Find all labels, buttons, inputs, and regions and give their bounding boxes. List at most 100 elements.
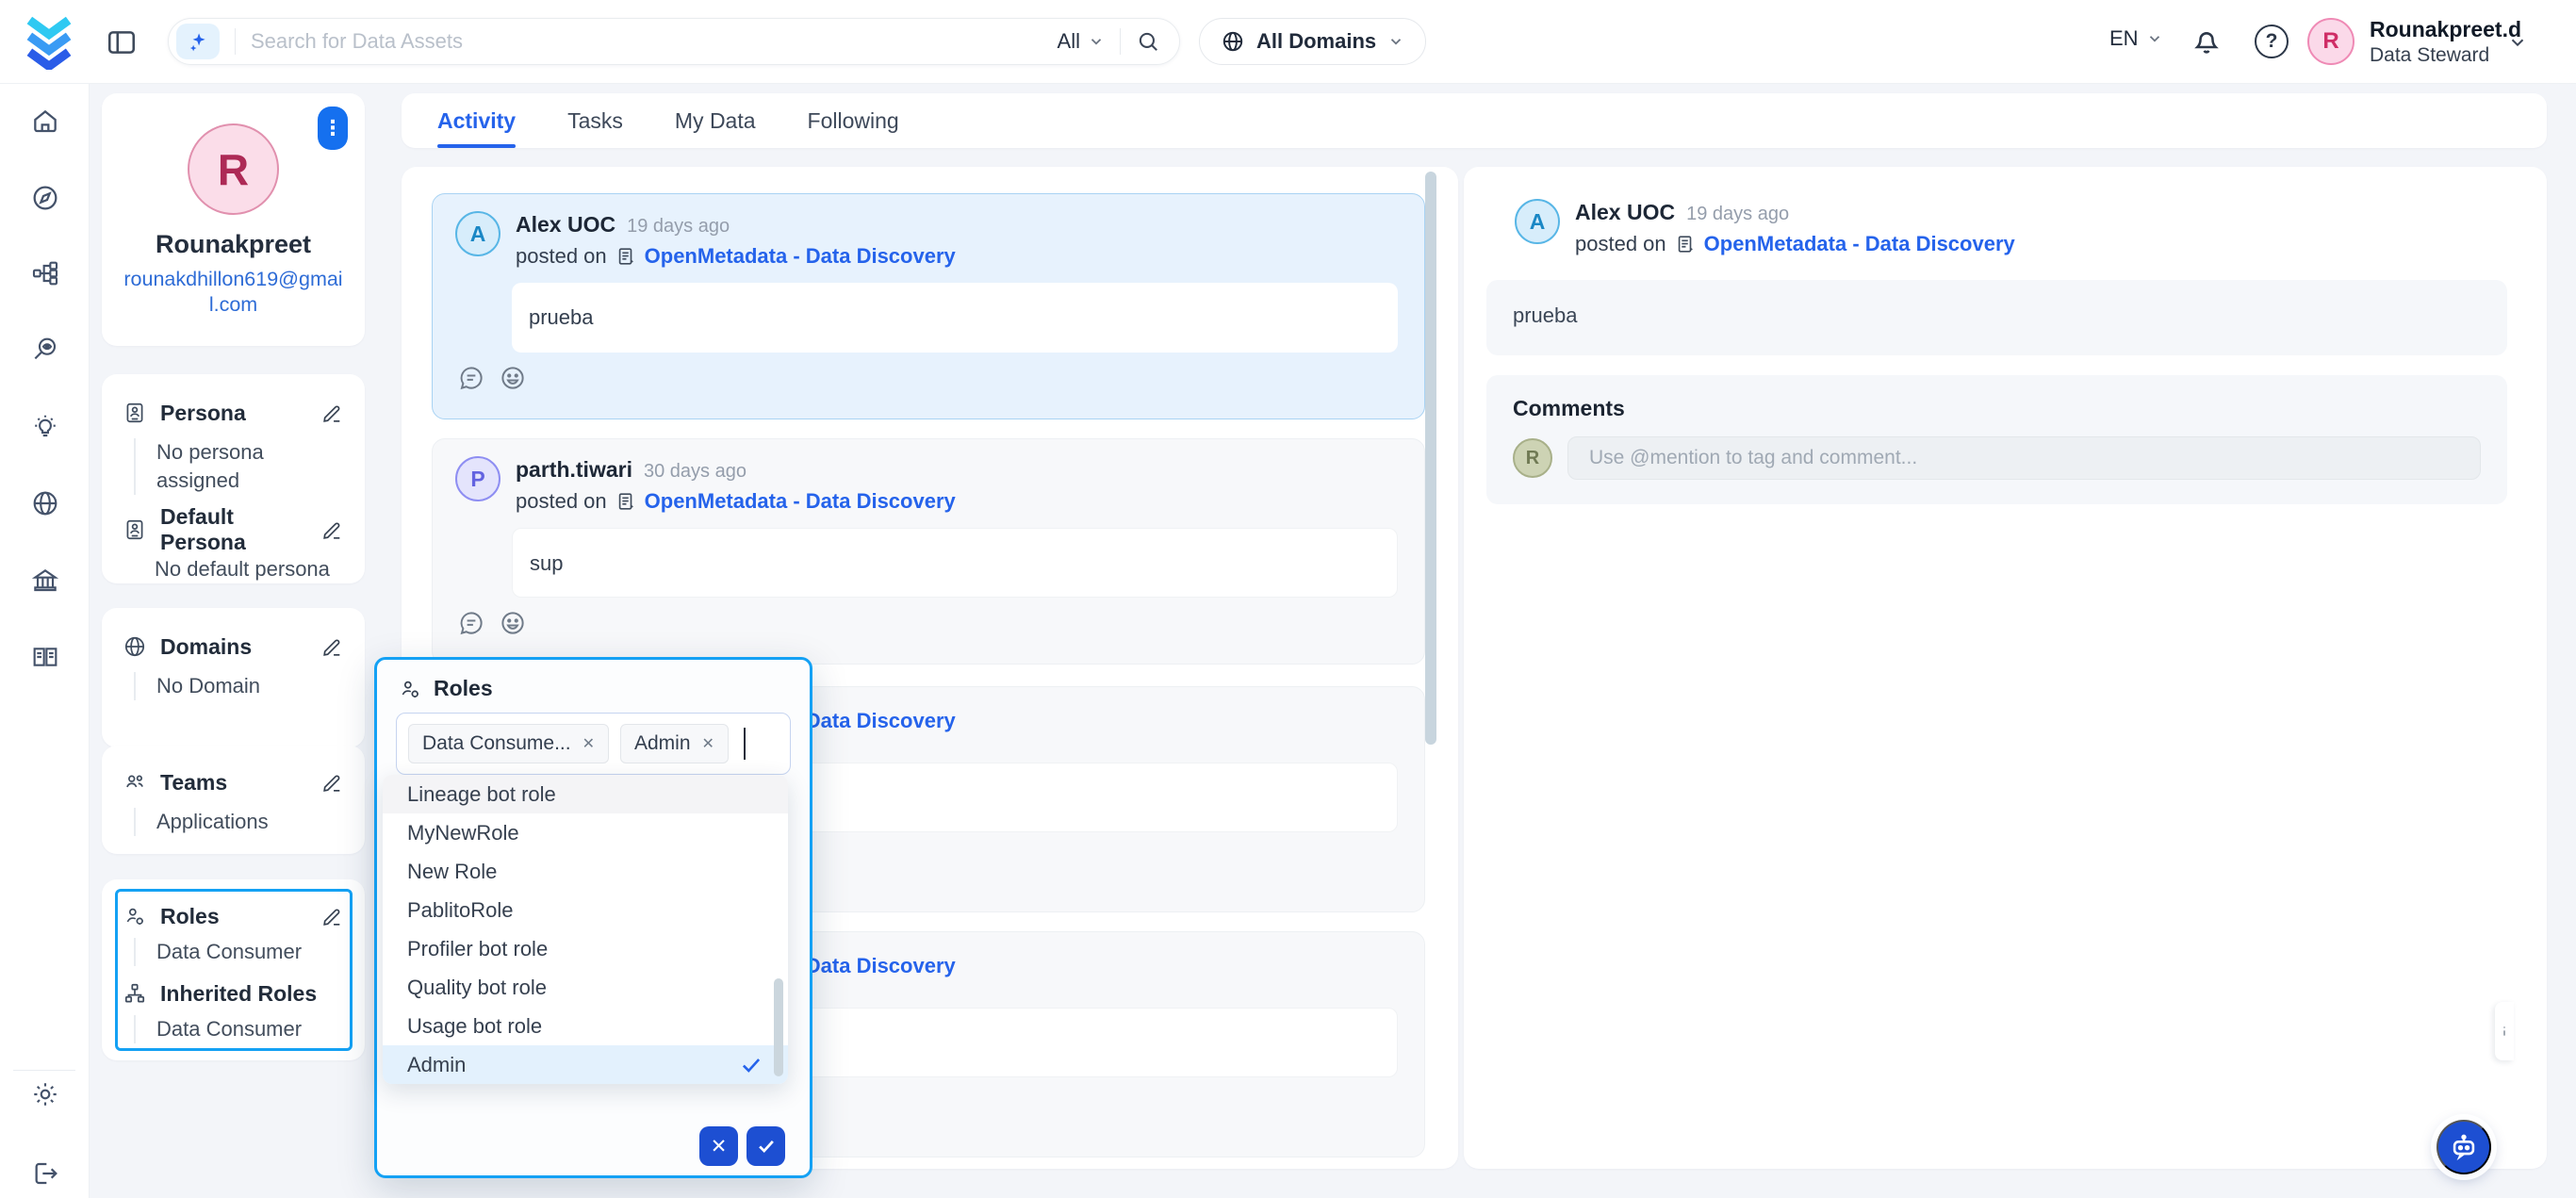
thread-icon[interactable] [457,609,485,637]
roles-popup-footer: ✕ [699,1126,785,1166]
settings-gear-icon[interactable] [30,1079,60,1109]
all-domains-button[interactable]: All Domains [1199,18,1426,65]
roles-title: Roles [160,904,307,929]
tab-my-data[interactable]: My Data [675,93,756,148]
govern-bank-icon[interactable] [30,566,60,596]
profile-more-menu-button[interactable]: ⋮ [318,107,348,150]
roles-dropdown-list: Lineage bot role MyNewRole New Role Pabl… [383,775,788,1084]
chatbot-button[interactable] [2437,1120,2491,1174]
roles-popup-title: Roles [434,676,493,701]
search-input[interactable] [251,29,1058,54]
feed-post-selected[interactable]: A Alex UOC 19 days ago posted on OpenMet… [432,193,1425,419]
role-option[interactable]: MyNewRole [383,813,788,852]
user-menu[interactable]: Rounakpreet.d Data Steward [2370,16,2521,69]
left-nav-rail [0,84,90,1198]
tab-activity[interactable]: Activity [437,93,516,148]
remove-tag-icon[interactable]: ✕ [702,734,714,753]
roles-edit-popup: Roles Data Consume... ✕ Admin ✕ Lineage … [374,657,812,1178]
feed-post[interactable]: P parth.tiwari 30 days ago posted on Ope… [432,438,1425,665]
search-divider-2 [1120,28,1121,55]
role-option[interactable]: Profiler bot role [383,929,788,968]
comment-avatar: R [1513,438,1552,478]
home-icon[interactable] [30,107,60,137]
role-option[interactable]: Lineage bot role [383,775,788,813]
sidebar-toggle-icon[interactable] [106,26,138,58]
post-author[interactable]: parth.tiwari [516,456,632,483]
confirm-button[interactable] [747,1126,785,1166]
roles-select-input[interactable]: Data Consume... ✕ Admin ✕ [396,713,791,775]
domains-title: Domains [160,634,307,660]
edit-domains-icon[interactable] [320,635,344,659]
detail-target-link[interactable]: OpenMetadata - Data Discovery [1704,231,2015,257]
role-option[interactable]: Usage bot role [383,1007,788,1045]
role-option[interactable]: PablitoRole [383,891,788,929]
remove-tag-icon[interactable]: ✕ [582,734,595,753]
profile-avatar: R [188,123,279,215]
detail-action: posted on [1575,231,1666,257]
emoji-reaction-icon[interactable] [499,609,527,637]
post-author[interactable]: Alex UOC [516,211,615,238]
selected-role-tag: Admin ✕ [620,724,729,763]
persona-card: Persona No persona assigned Default Pers… [102,374,365,583]
domains-header: Domains [123,632,344,661]
role-option-label: Lineage bot role [407,782,556,807]
role-option-selected[interactable]: Admin [383,1045,788,1084]
explore-compass-icon[interactable] [30,183,60,213]
insights-bulb-icon[interactable] [30,412,60,442]
glossary-book-icon[interactable] [30,642,60,672]
lineage-icon[interactable] [30,258,60,288]
post-target-link[interactable]: OpenMetadata - Data Discovery [645,488,956,515]
search-icon[interactable] [1136,29,1160,54]
profile-tabs-bar: Activity Tasks My Data Following [402,93,2547,148]
post-reactions [457,364,1402,392]
logout-icon[interactable] [30,1158,60,1189]
teams-value[interactable]: Applications [134,808,344,836]
global-search-bar[interactable]: All [168,18,1180,65]
edit-default-persona-icon[interactable] [320,518,344,542]
thread-icon[interactable] [457,364,485,392]
user-avatar[interactable]: R [2307,18,2354,65]
cancel-button[interactable]: ✕ [699,1126,738,1166]
role-option-label: PablitoRole [407,898,514,923]
domains-card: Domains No Domain [102,608,365,747]
role-option-label: Quality bot role [407,976,547,1000]
edit-teams-icon[interactable] [320,771,344,795]
language-dropdown[interactable]: EN [2109,26,2163,51]
all-domains-label: All Domains [1256,29,1376,54]
edit-roles-icon[interactable] [320,905,344,928]
tab-tasks[interactable]: Tasks [567,93,623,148]
profile-email[interactable]: rounakdhillon619@gmail.com [121,267,347,318]
inherited-roles-header: Inherited Roles [123,979,344,1008]
profile-card: ⋮ R Rounakpreet rounakdhillon619@gmail.c… [102,93,365,346]
teams-icon [123,770,147,795]
search-scope-dropdown[interactable]: All [1058,29,1105,54]
robot-icon [2448,1131,2480,1163]
edit-persona-icon[interactable] [320,402,344,425]
post-action: posted on [516,243,607,270]
tab-following[interactable]: Following [808,93,899,148]
comment-input[interactable] [1567,436,2481,480]
post-target-link[interactable]: OpenMetadata - Data Discovery [645,243,956,270]
roles-card: Roles Data Consumer Inherited Roles Data… [102,879,365,1060]
openmetadata-logo-icon[interactable] [21,13,77,70]
user-menu-chevron-icon[interactable] [2507,32,2528,53]
feed-scrollbar[interactable] [1425,172,1436,745]
collapsed-side-widget[interactable] [2495,1002,2514,1060]
detail-author[interactable]: Alex UOC [1575,199,1675,225]
selected-check-icon [739,1053,763,1077]
language-label: EN [2109,26,2139,51]
observability-icon[interactable] [30,335,60,365]
asset-doc-icon [615,491,636,512]
help-icon[interactable]: ? [2255,25,2289,58]
domains-globe-icon[interactable] [30,488,60,518]
ai-sparkle-icon[interactable] [176,24,220,59]
app-canvas: All All Domains EN ? R Rounakpreet.d [0,0,2576,1198]
emoji-reaction-icon[interactable] [499,364,527,392]
role-option-label: Usage bot role [407,1014,542,1039]
persona-value: No persona assigned [134,438,344,495]
notifications-bell-icon[interactable] [2190,25,2223,58]
role-option[interactable]: New Role [383,852,788,891]
default-persona-header: Default Persona [123,516,344,544]
role-option[interactable]: Quality bot role [383,968,788,1007]
dropdown-scrollbar[interactable] [774,978,783,1076]
